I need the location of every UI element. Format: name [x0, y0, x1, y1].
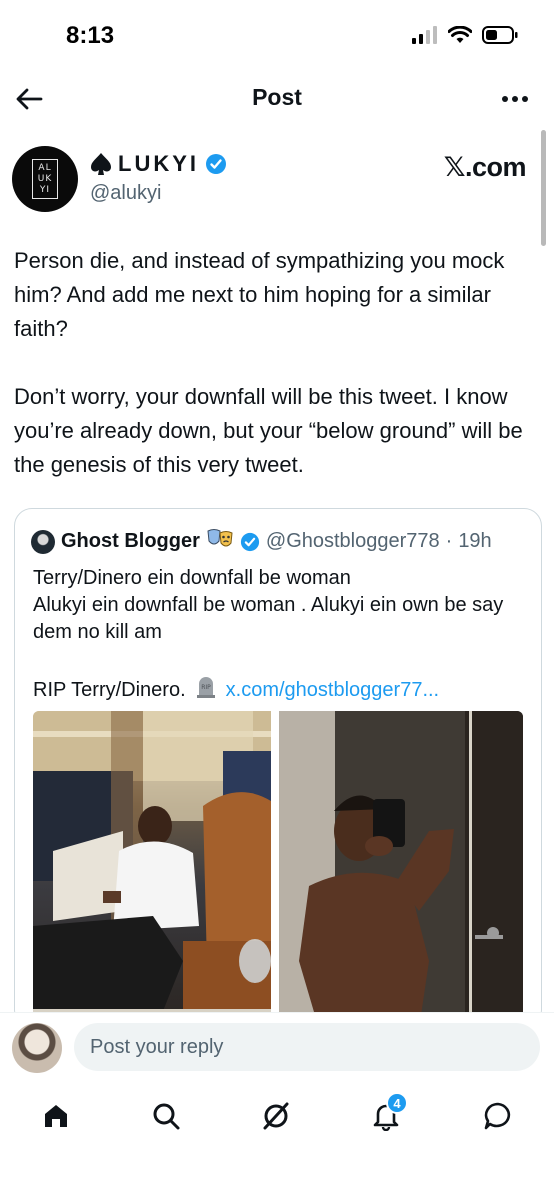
reply-bar: Post your reply	[0, 1012, 554, 1080]
battery-icon	[482, 26, 518, 49]
post-text: Person die, and instead of sympathizing …	[14, 248, 523, 477]
quoted-post[interactable]: Ghost Blogger @Ghostblogger778 · 19h Ter…	[14, 508, 542, 1028]
author-name-row: LUKYI	[90, 150, 227, 178]
avatar-logo: AL UK YI	[32, 159, 58, 199]
tab-grok[interactable]	[254, 1094, 298, 1138]
quoted-rip-line: RIP Terry/Dinero. RIP x.com/ghostblogger…	[33, 675, 439, 705]
more-options-button[interactable]	[500, 86, 530, 112]
search-icon	[153, 1103, 180, 1130]
quoted-avatar	[31, 529, 55, 554]
quoted-author-name: Ghost Blogger	[61, 530, 200, 552]
quoted-author-handle: @Ghostblogger778	[265, 530, 440, 552]
more-dots-icon	[502, 96, 528, 102]
quoted-link[interactable]: x.com/ghostblogger77...	[226, 679, 439, 702]
quoted-separator: ·	[445, 530, 453, 552]
tab-messages[interactable]	[476, 1094, 520, 1138]
quoted-post-text: Terry/Dinero ein downfall be woman Aluky…	[33, 567, 504, 643]
status-time: 8:13	[66, 22, 115, 49]
source-label[interactable]: 𝕏.com	[444, 152, 527, 183]
scrollbar[interactable]	[541, 130, 546, 246]
current-user-avatar[interactable]	[12, 1023, 62, 1073]
status-bar: 8:13	[0, 0, 554, 70]
headstone-icon: RIP	[194, 675, 218, 705]
page-title: Post	[252, 84, 302, 110]
top-nav: Post	[0, 70, 554, 128]
spade-icon	[91, 153, 111, 175]
reply-input[interactable]: Post your reply	[74, 1023, 540, 1071]
quoted-rip-text: RIP Terry/Dinero.	[33, 678, 186, 701]
notifications-badge: 4	[386, 1092, 408, 1114]
man-on-sofa-photo	[33, 711, 271, 1027]
svg-text:RIP: RIP	[201, 684, 211, 691]
cellular-signal-icon	[412, 26, 438, 49]
tab-notifications[interactable]: 4	[364, 1092, 408, 1138]
chat-bubble-icon	[484, 1102, 511, 1130]
wifi-icon	[447, 25, 473, 49]
verified-badge-icon	[206, 154, 226, 174]
tab-home[interactable]	[34, 1094, 78, 1138]
quoted-time: 19h	[458, 530, 492, 552]
theater-masks-icon	[206, 527, 234, 556]
author-display-name: LUKYI	[118, 151, 199, 176]
home-icon	[45, 1105, 67, 1127]
tab-search[interactable]	[144, 1094, 188, 1138]
mirror-selfie-photo	[279, 711, 523, 1027]
grok-icon	[263, 1102, 289, 1130]
author-avatar[interactable]: AL UK YI	[12, 146, 78, 212]
quoted-image-left[interactable]	[33, 711, 271, 1027]
status-icons	[412, 25, 518, 49]
author-info[interactable]: LUKYI @alukyi	[90, 150, 227, 205]
quoted-verified-badge-icon	[240, 532, 259, 551]
quoted-post-header: Ghost Blogger @Ghostblogger778 · 19h	[31, 527, 492, 556]
author-handle: @alukyi	[90, 182, 162, 204]
bottom-tab-bar: 4	[0, 1080, 554, 1199]
quoted-image-right[interactable]	[279, 711, 523, 1027]
